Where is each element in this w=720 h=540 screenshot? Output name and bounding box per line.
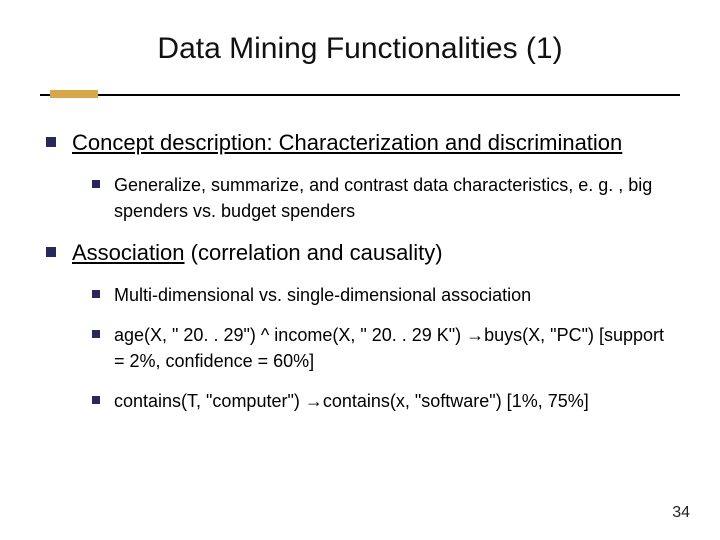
square-bullet-icon bbox=[46, 137, 56, 147]
list-item: contains(T, "computer") →contains(x, "so… bbox=[92, 388, 674, 414]
square-bullet-icon bbox=[92, 396, 100, 404]
divider-line bbox=[40, 94, 680, 96]
section-heading-rest: (correlation and causality) bbox=[185, 240, 443, 265]
section-heading-text: Concept description: Characterization an… bbox=[72, 128, 622, 158]
divider-accent bbox=[50, 90, 98, 98]
page-number: 34 bbox=[672, 504, 690, 522]
section-heading-underlined: Association bbox=[72, 240, 185, 265]
square-bullet-icon bbox=[92, 330, 100, 338]
list-item: age(X, " 20. . 29") ^ income(X, " 20. . … bbox=[92, 322, 674, 374]
square-bullet-icon bbox=[92, 180, 100, 188]
list-item-text: Multi-dimensional vs. single-dimensional… bbox=[114, 282, 531, 308]
slide-content: Concept description: Characterization an… bbox=[40, 128, 680, 414]
list-item-text: age(X, " 20. . 29") ^ income(X, " 20. . … bbox=[114, 322, 674, 374]
title-divider bbox=[40, 90, 680, 98]
slide-title: Data Mining Functionalities (1) bbox=[40, 32, 680, 66]
square-bullet-icon bbox=[46, 247, 56, 257]
section-heading: Association (correlation and causality) bbox=[46, 238, 674, 268]
section-heading-text: Association (correlation and causality) bbox=[72, 238, 443, 268]
list-item-text: contains(T, "computer") →contains(x, "so… bbox=[114, 388, 589, 414]
slide: Data Mining Functionalities (1) Concept … bbox=[0, 0, 720, 540]
list-item-text: Generalize, summarize, and contrast data… bbox=[114, 172, 674, 224]
list-item: Multi-dimensional vs. single-dimensional… bbox=[92, 282, 674, 308]
section-heading: Concept description: Characterization an… bbox=[46, 128, 674, 158]
list-item: Generalize, summarize, and contrast data… bbox=[92, 172, 674, 224]
square-bullet-icon bbox=[92, 290, 100, 298]
